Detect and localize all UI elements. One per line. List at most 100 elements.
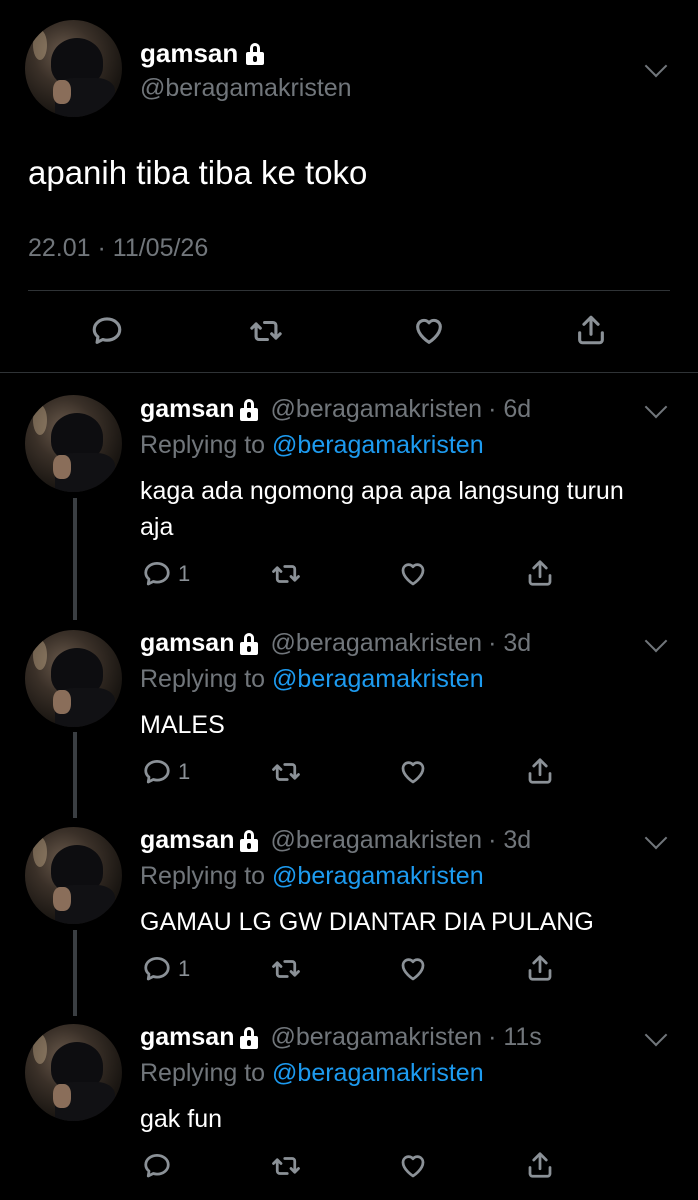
speech-bubble-icon [92,317,122,344]
author-name[interactable]: gamsan [140,38,265,69]
like-button[interactable] [412,314,446,348]
reply-time: · 6d [488,395,532,423]
speech-bubble-icon [144,957,170,981]
share-button[interactable] [574,312,608,348]
avatar[interactable] [25,827,122,924]
reply-tweet: gamsan @beragamakristen · 11s Replying t… [0,1003,698,1200]
replying-to-label: Replying to [140,1059,273,1087]
tweet-text: apanih tiba tiba ke toko [28,154,368,191]
reply-time: · 3d [488,826,532,854]
replying-to-label: Replying to [140,665,273,693]
mention-link[interactable]: @beragamakristen [272,431,484,459]
avatar[interactable] [25,20,122,117]
reply-button[interactable]: 1 [142,757,190,787]
avatar[interactable] [25,395,122,492]
retweet-icon [272,763,300,781]
reply-text: gak fun [140,1105,223,1133]
author-handle[interactable]: @beragamakristen [270,826,482,855]
lock-icon [240,632,259,655]
author-handle[interactable]: @beragamakristen [270,395,482,424]
reply-header: gamsan @beragamakristen · 6d [140,395,531,424]
speech-bubble-icon [144,1154,170,1178]
reply-tweet: gamsan @beragamakristen · 3d Replying to… [0,806,698,1003]
reply-button[interactable] [90,314,124,348]
lock-icon [246,42,265,65]
reply-count: 1 [178,561,191,586]
mention-link[interactable]: @beragamakristen [272,862,484,890]
divider [28,290,670,291]
heart-icon [401,563,425,586]
chevron-down-icon[interactable] [644,54,668,78]
chevron-down-icon[interactable] [644,1023,668,1047]
replying-to-label: Replying to [140,862,273,890]
chevron-down-icon[interactable] [644,395,668,419]
avatar[interactable] [25,1024,122,1121]
like-button[interactable] [398,559,428,589]
author-name[interactable]: gamsan [140,826,234,855]
reply-text: MALES [140,711,225,739]
reply-button[interactable] [142,1151,178,1181]
share-button[interactable] [525,755,555,787]
author-handle[interactable]: @beragamakristen [270,629,482,658]
heart-icon [401,761,425,784]
share-button[interactable] [525,952,555,984]
lock-icon [240,398,259,421]
share-icon [528,955,552,981]
replying-to: Replying to @beragamakristen [140,431,484,460]
reply-text: kaga ada ngomong apa apa langsung turun … [140,477,624,541]
replying-to: Replying to @beragamakristen [140,1059,484,1088]
reply-button[interactable]: 1 [142,559,190,589]
share-icon [528,560,552,586]
heart-icon [401,1155,425,1178]
like-button[interactable] [398,954,428,984]
chevron-down-icon[interactable] [644,629,668,653]
retweet-icon [272,960,300,978]
replying-to: Replying to @beragamakristen [140,862,484,891]
retweet-button[interactable] [270,954,302,984]
retweet-icon [250,320,282,342]
main-tweet: gamsan @beragamakristen apanih tiba tiba… [0,0,698,373]
speech-bubble-icon [144,760,170,784]
retweet-button[interactable] [248,314,284,348]
reply-time: · 3d [488,629,532,657]
retweet-button[interactable] [270,559,302,589]
reply-time: · 11s [488,1023,542,1051]
speech-bubble-icon [144,562,170,586]
share-button[interactable] [525,1149,555,1181]
retweet-icon [272,565,300,583]
heart-icon [401,958,425,981]
like-button[interactable] [398,1151,428,1181]
lock-icon [240,829,259,852]
author-name[interactable]: gamsan [140,395,234,424]
share-icon [578,315,604,345]
share-icon [528,1152,552,1178]
replying-to: Replying to @beragamakristen [140,665,484,694]
reply-button[interactable]: 1 [142,954,190,984]
author-name[interactable]: gamsan [140,629,234,658]
retweet-button[interactable] [270,1151,302,1181]
reply-text: GAMAU LG GW DIANTAR DIA PULANG [140,908,594,936]
author-name-text: gamsan [140,38,239,68]
author-handle[interactable]: @beragamakristen [270,1023,482,1052]
share-button[interactable] [525,557,555,589]
heart-icon [416,318,442,344]
tweet-timestamp: 22.01 · 11/05/26 [28,234,209,262]
reply-tweet: gamsan @beragamakristen · 3d Replying to… [0,609,698,806]
avatar[interactable] [25,630,122,727]
mention-link[interactable]: @beragamakristen [272,665,484,693]
tweet-actions [0,312,698,352]
reply-header: gamsan @beragamakristen · 3d [140,826,531,855]
author-handle[interactable]: @beragamakristen [140,74,352,103]
reply-header: gamsan @beragamakristen · 11s [140,1023,542,1052]
chevron-down-icon[interactable] [644,826,668,850]
retweet-button[interactable] [270,757,302,787]
replying-to-label: Replying to [140,431,273,459]
lock-icon [240,1026,259,1049]
retweet-icon [272,1157,300,1175]
mention-link[interactable]: @beragamakristen [272,1059,484,1087]
like-button[interactable] [398,757,428,787]
author-name[interactable]: gamsan [140,1023,234,1052]
reply-tweet: gamsan @beragamakristen · 6d Replying to… [0,373,698,609]
reply-count: 1 [178,759,191,784]
reply-header: gamsan @beragamakristen · 3d [140,629,531,658]
